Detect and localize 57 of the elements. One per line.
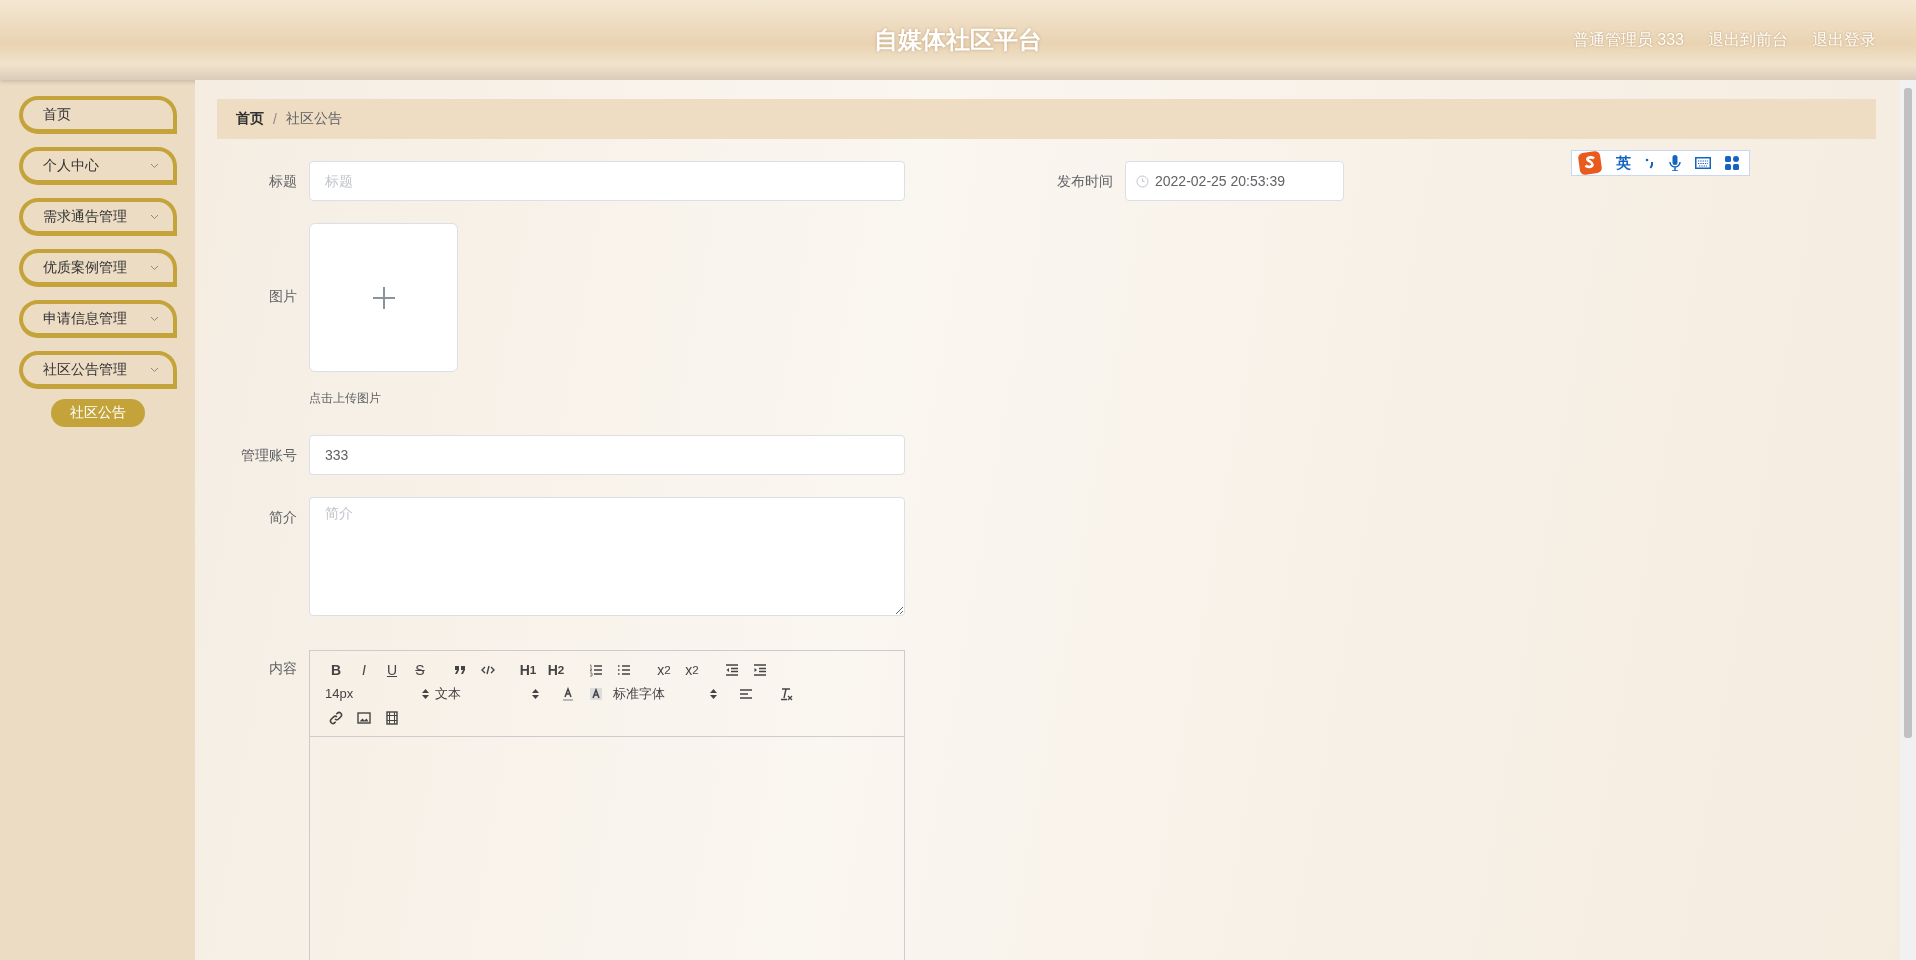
site-title: 自媒体社区平台 [874,25,1042,55]
field-label: 图片 [268,287,298,306]
clear-format-icon[interactable] [779,686,793,701]
underline-button[interactable]: U [378,659,406,680]
breadcrumb-separator: / [273,111,277,127]
sort-arrows-icon [710,688,717,699]
date-field[interactable]: 2022-02-25 20:53:39 [1125,161,1344,201]
italic-button[interactable]: I [350,659,378,680]
image-icon[interactable] [357,710,371,725]
breadcrumb-item[interactable]: 社区公告 [285,110,342,128]
sort-arrows-icon [422,688,429,699]
plus-icon [372,286,395,309]
font-color-icon[interactable] [561,686,575,701]
text-field[interactable]: 333 [309,435,905,475]
align-left-icon[interactable] [739,686,753,701]
toolbar-select[interactable]: 标准字体 [610,683,720,704]
text-field[interactable]: 标题 [309,161,905,201]
chevron-down-icon [149,264,159,271]
sort-arrows-icon [532,688,539,699]
chevron-down-icon [149,366,159,373]
strike-button[interactable]: S [406,659,434,680]
microphone-icon[interactable] [1669,155,1681,171]
clock-icon [1136,174,1149,188]
chevron-down-icon [149,162,159,169]
textarea-field[interactable]: 简介 [309,497,905,616]
highlight-icon[interactable] [589,686,603,701]
user-label: 普通管理员 333 [1572,29,1684,50]
ime-language-toggle[interactable]: 英 [1616,153,1631,173]
bullet-list-icon[interactable] [617,662,631,677]
toolbar-select[interactable]: 14px [322,683,432,704]
punctuation-icon[interactable] [1645,157,1655,169]
chevron-down-icon [149,315,159,322]
film-icon[interactable] [385,710,399,725]
field-label: 简介 [268,508,298,527]
field-label: 管理账号 [240,446,298,465]
menu-item[interactable]: 社区公告管理 [18,351,177,389]
link-icon[interactable] [329,710,343,725]
menu-item[interactable]: 申请信息管理 [18,300,177,338]
scrollbar-thumb[interactable] [1904,88,1912,738]
menu-item[interactable]: 首页 [18,96,177,134]
field-label: 内容 [268,659,298,678]
upload-hint: 点击上传图片 [309,390,382,407]
menu-item[interactable]: 优质案例管理 [18,249,177,287]
bold-button[interactable]: B [322,659,350,680]
keyboard-icon[interactable] [1695,157,1711,169]
outdent-icon[interactable] [725,662,739,677]
toolbar-select[interactable]: 文本 [432,683,542,704]
grid-icon[interactable] [1725,156,1739,170]
breadcrumb-item[interactable]: 首页 [236,110,264,128]
numbered-list-icon[interactable] [589,662,603,677]
menu-item[interactable]: 需求通告管理 [18,198,177,236]
chevron-down-icon [149,213,159,220]
field-label: 标题 [268,172,298,191]
menu-item[interactable]: 个人中心 [18,147,177,185]
indent-icon[interactable] [753,662,767,677]
field-label: 发布时间 [1056,172,1114,191]
ime-logo-icon[interactable] [1578,151,1602,175]
